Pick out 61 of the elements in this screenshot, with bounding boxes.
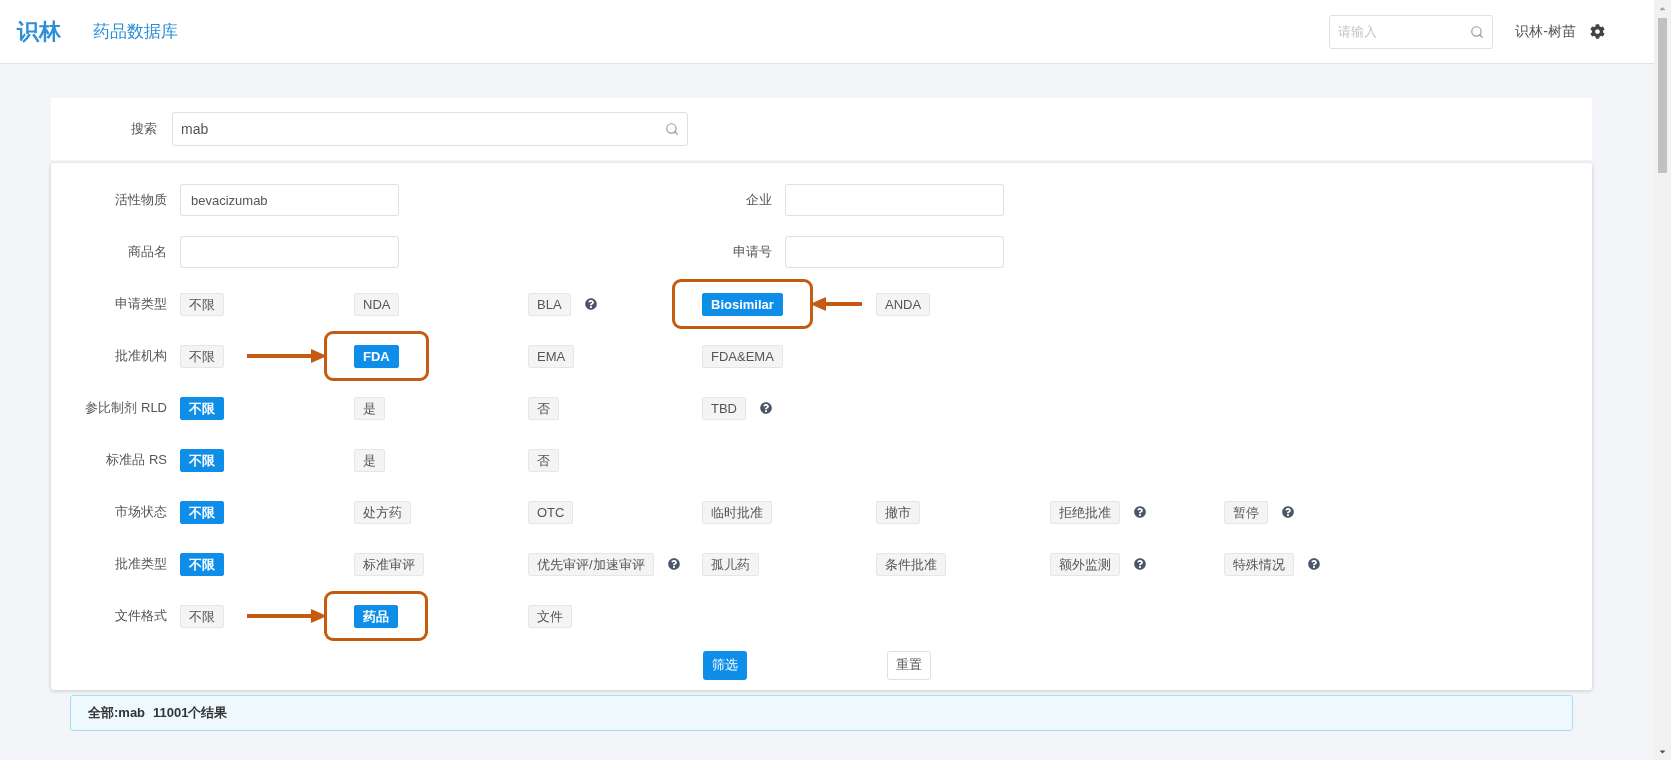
- help-icon[interactable]: [667, 558, 680, 570]
- help-icon[interactable]: [1134, 558, 1146, 570]
- filter-option[interactable]: 否: [528, 448, 559, 472]
- filter-option[interactable]: EMA: [528, 344, 575, 368]
- filter-label: 文件格式: [114, 607, 167, 626]
- scrollbar[interactable]: [1654, 0, 1671, 760]
- user-name[interactable]: 识林-树苗: [1515, 21, 1576, 42]
- scroll-down-icon[interactable]: [1658, 747, 1667, 756]
- filter-label: 批准类型: [114, 555, 167, 574]
- filter-option[interactable]: 不限: [180, 604, 224, 628]
- page-title[interactable]: 药品数据库: [93, 18, 178, 45]
- filter-label: 批准机构: [114, 347, 167, 366]
- filter-option[interactable]: 标准审评: [354, 552, 424, 576]
- filter-label: 参比制剂 RLD: [84, 399, 167, 418]
- result-scope: 全部:mab: [88, 704, 146, 723]
- filter-option[interactable]: 条件批准: [876, 552, 946, 576]
- search-field[interactable]: 请输入: [1329, 14, 1494, 49]
- search-label: 搜索: [130, 120, 157, 139]
- filter-option[interactable]: 不限: [180, 344, 224, 368]
- filter-label: 市场状态: [114, 503, 167, 522]
- settings-icon[interactable]: [1590, 24, 1605, 39]
- help-icon[interactable]: [584, 298, 597, 310]
- filter-label: 申请类型: [114, 295, 167, 314]
- search-field[interactable]: mab: [172, 112, 688, 146]
- filter-option[interactable]: TBD: [702, 396, 746, 420]
- filter-option[interactable]: 是: [354, 448, 385, 472]
- filter-option[interactable]: 特殊情况: [1224, 552, 1294, 576]
- filter-option[interactable]: 拒绝批准: [1050, 500, 1120, 524]
- help-icon[interactable]: [1134, 506, 1146, 518]
- filter-option[interactable]: 处方药: [354, 500, 411, 524]
- reset-button[interactable]: 重置: [887, 650, 931, 680]
- text-field[interactable]: [785, 236, 1004, 268]
- filter-label: 标准品 RS: [105, 451, 167, 470]
- help-icon[interactable]: [1282, 506, 1294, 518]
- filter-label: 申请号: [732, 243, 772, 262]
- filter-option[interactable]: ANDA: [876, 292, 931, 316]
- filter-option[interactable]: 额外监测: [1050, 552, 1120, 576]
- filter-option[interactable]: 否: [528, 396, 559, 420]
- filter-option[interactable]: BLA: [528, 292, 571, 316]
- filter-option[interactable]: 撤市: [876, 500, 920, 524]
- filter-option[interactable]: FDA&EMA: [702, 344, 783, 368]
- filter-option[interactable]: 不限: [180, 292, 224, 316]
- filter-label: 商品名: [127, 243, 167, 262]
- help-icon[interactable]: [760, 402, 772, 414]
- text-field[interactable]: [785, 184, 1004, 216]
- text-field[interactable]: bevacizumab: [180, 184, 399, 216]
- filter-option[interactable]: NDA: [354, 292, 400, 316]
- filter-option[interactable]: 是: [354, 396, 385, 420]
- help-icon[interactable]: [1308, 558, 1320, 570]
- scrollbar-thumb[interactable]: [1658, 18, 1667, 173]
- result-count: 11001个结果: [153, 704, 228, 723]
- filter-option[interactable]: 孤儿药: [702, 552, 759, 576]
- text-field[interactable]: [180, 236, 399, 268]
- filter-option[interactable]: 临时批准: [702, 500, 772, 524]
- filter-option[interactable]: 优先审评/加速审评: [528, 552, 654, 576]
- filter-option[interactable]: 暂停: [1224, 500, 1268, 524]
- filter-option[interactable]: 文件: [528, 604, 572, 628]
- filter-label: 活性物质: [114, 191, 167, 210]
- filter-option[interactable]: OTC: [528, 500, 574, 524]
- logo[interactable]: 识林: [17, 15, 61, 48]
- filter-label: 企业: [745, 191, 772, 210]
